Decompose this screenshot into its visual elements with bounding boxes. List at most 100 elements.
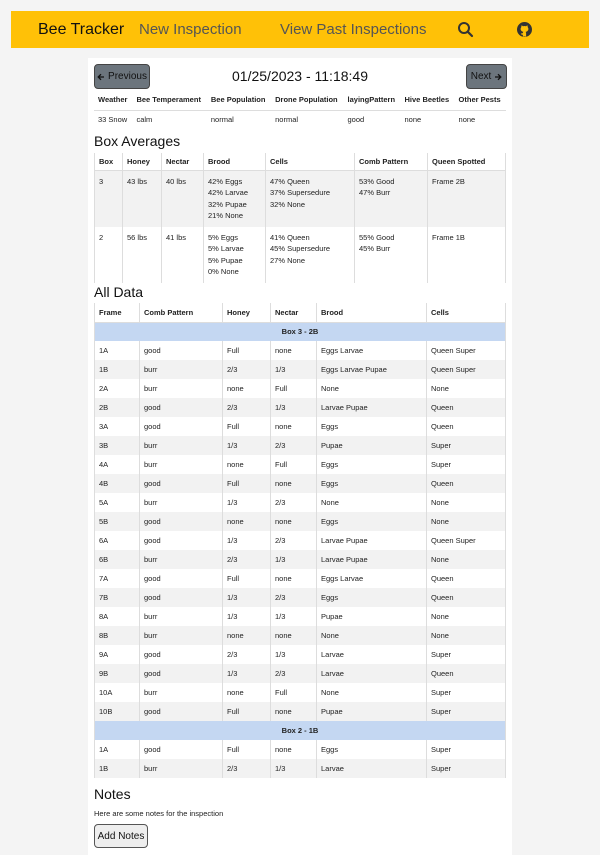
cells-cell: Super xyxy=(426,645,506,664)
nectar-cell: 2/3 xyxy=(270,664,317,683)
table-row: 1A good Full none Eggs Larvae Queen Super xyxy=(94,341,506,360)
header-other-pests: Other Pests xyxy=(454,90,506,111)
comb-pattern-cell: good xyxy=(139,398,223,417)
nectar-cell: none xyxy=(270,417,317,436)
box-averages-title: Box Averages xyxy=(94,133,181,149)
honey-cell: Full xyxy=(222,474,271,493)
table-row: 2 56 lbs 41 lbs 5% Eggs 5% Larvae 5% Pup… xyxy=(94,226,506,283)
honey-cell: 2/3 xyxy=(222,550,271,569)
table-row: 1A good Full none Eggs Super xyxy=(94,740,506,759)
cells-cell: Queen xyxy=(426,588,506,607)
nectar-cell: none xyxy=(270,626,317,645)
search-icon[interactable] xyxy=(457,21,474,38)
frame-cell: 3B xyxy=(94,436,140,455)
comb-pattern-cell: burr xyxy=(139,379,223,398)
next-label: Next xyxy=(470,71,492,82)
cells-cell: None xyxy=(426,493,506,512)
all-data-table: Frame Comb Pattern Honey Nectar Brood Ce… xyxy=(94,303,506,778)
brood-cell: Larvae xyxy=(316,759,427,778)
nectar-cell: 2/3 xyxy=(270,436,317,455)
honey-cell: Full xyxy=(222,702,271,721)
github-icon[interactable] xyxy=(516,21,533,38)
new-inspection-link[interactable]: New Inspection xyxy=(139,21,242,38)
nectar-cell: 1/3 xyxy=(270,645,317,664)
header-honey: Honey xyxy=(122,153,162,171)
table-row: 10A burr none Full None Super xyxy=(94,683,506,702)
nectar-cell: none xyxy=(270,474,317,493)
all-data-body: Box 3 - 2B 1A good Full none Eggs Larvae Queen… xyxy=(94,322,506,778)
header-honey: Honey xyxy=(222,303,271,323)
header-brood: Brood xyxy=(316,303,427,323)
nectar-cell: 1/3 xyxy=(270,759,317,778)
header-comb-pattern: Comb Pattern xyxy=(139,303,223,323)
comb-pattern-cell: burr xyxy=(139,493,223,512)
brood-cell: Larvae xyxy=(316,645,427,664)
frame-cell: 3A xyxy=(94,417,140,436)
cells-cell: Super xyxy=(426,455,506,474)
frame-cell: 8B xyxy=(94,626,140,645)
comb-line: 55% Good xyxy=(359,232,395,242)
frame-cell: 6B xyxy=(94,550,140,569)
comb-pattern-cell: good xyxy=(139,664,223,683)
comb-pattern-cell: good xyxy=(139,740,223,759)
brand-link[interactable]: Bee Tracker xyxy=(38,21,124,39)
nectar-cell: none xyxy=(270,702,317,721)
brood-cell: Eggs xyxy=(316,474,427,493)
nectar-cell: none xyxy=(270,740,317,759)
comb-pattern-cell: good xyxy=(139,702,223,721)
info-header-row: Weather Bee Temperament Bee Population D… xyxy=(94,90,506,111)
cells-line: 32% None xyxy=(270,199,306,209)
brood-cell: Pupae xyxy=(316,436,427,455)
table-row: 1B burr 2/3 1/3 Larvae Super xyxy=(94,759,506,778)
comb-pattern-cell: burr xyxy=(139,550,223,569)
box-cell: 2 xyxy=(94,226,123,283)
nectar-cell: Full xyxy=(270,683,317,702)
brood-line: 21% None xyxy=(208,211,244,220)
bee-population-value: normal xyxy=(210,114,234,124)
brood-line: 0% None xyxy=(208,267,239,276)
table-row: 8A burr 1/3 1/3 Pupae None xyxy=(94,607,506,626)
brood-cell: Eggs xyxy=(316,512,427,531)
view-past-inspections-link[interactable]: View Past Inspections xyxy=(280,21,426,38)
table-row: 2B good 2/3 1/3 Larvae Pupae Queen xyxy=(94,398,506,417)
table-row: 7B good 1/3 2/3 Eggs Queen xyxy=(94,588,506,607)
cells-cell: Queen Super xyxy=(426,360,506,379)
box-averages-table: Box Honey Nectar Brood Cells Comb Patter… xyxy=(94,153,506,283)
comb-pattern-cell: burr xyxy=(139,360,223,379)
avg-header-row: Box Honey Nectar Brood Cells Comb Patter… xyxy=(94,153,506,171)
cells-line: 27% None xyxy=(270,255,306,265)
comb-pattern-cell: good xyxy=(139,512,223,531)
drone-population-value: normal xyxy=(275,114,299,124)
nectar-cell: 1/3 xyxy=(270,398,317,417)
queen-cell: Frame 1B xyxy=(427,226,506,283)
brood-cell: Eggs Larvae Pupae xyxy=(316,360,427,379)
comb-pattern-cell: good xyxy=(139,474,223,493)
hive-beetles-value: none xyxy=(404,114,422,124)
comb-pattern-cell: burr xyxy=(139,626,223,645)
frame-cell: 10A xyxy=(94,683,140,702)
table-row: 3B burr 1/3 2/3 Pupae Super xyxy=(94,436,506,455)
honey-cell: 43 lbs xyxy=(122,170,162,227)
box-group-label: Box 2 - 1B xyxy=(94,721,506,740)
comb-pattern-cell: burr xyxy=(139,607,223,626)
cells-cell: Queen xyxy=(426,474,506,493)
header-nectar: Nectar xyxy=(270,303,317,323)
box-group-header: Box 3 - 2B xyxy=(94,322,506,341)
add-notes-button[interactable]: Add Notes xyxy=(94,824,148,848)
header-box: Box xyxy=(94,153,123,171)
box-group-header: Box 2 - 1B xyxy=(94,721,506,740)
table-row: 3 43 lbs 40 lbs 42% Eggs 42% Larvae 32% … xyxy=(94,170,506,227)
table-row: 6B burr 2/3 1/3 Larvae Pupae None xyxy=(94,550,506,569)
table-row: 4A burr none Full Eggs Super xyxy=(94,455,506,474)
honey-cell: 1/3 xyxy=(222,531,271,550)
info-value-row: 33 Snow calm normal normal good none non… xyxy=(94,110,506,128)
cells-line: 37% Supersedure xyxy=(270,188,331,197)
frame-cell: 10B xyxy=(94,702,140,721)
table-row: 5A burr 1/3 2/3 None None xyxy=(94,493,506,512)
honey-cell: Full xyxy=(222,341,271,360)
next-button[interactable]: Next xyxy=(466,64,507,89)
header-bee-temperament: Bee Temperament xyxy=(132,90,207,111)
cells-line: 41% Queen xyxy=(270,232,310,242)
comb-pattern-cell: good xyxy=(139,417,223,436)
table-row: 8B burr none none None None xyxy=(94,626,506,645)
